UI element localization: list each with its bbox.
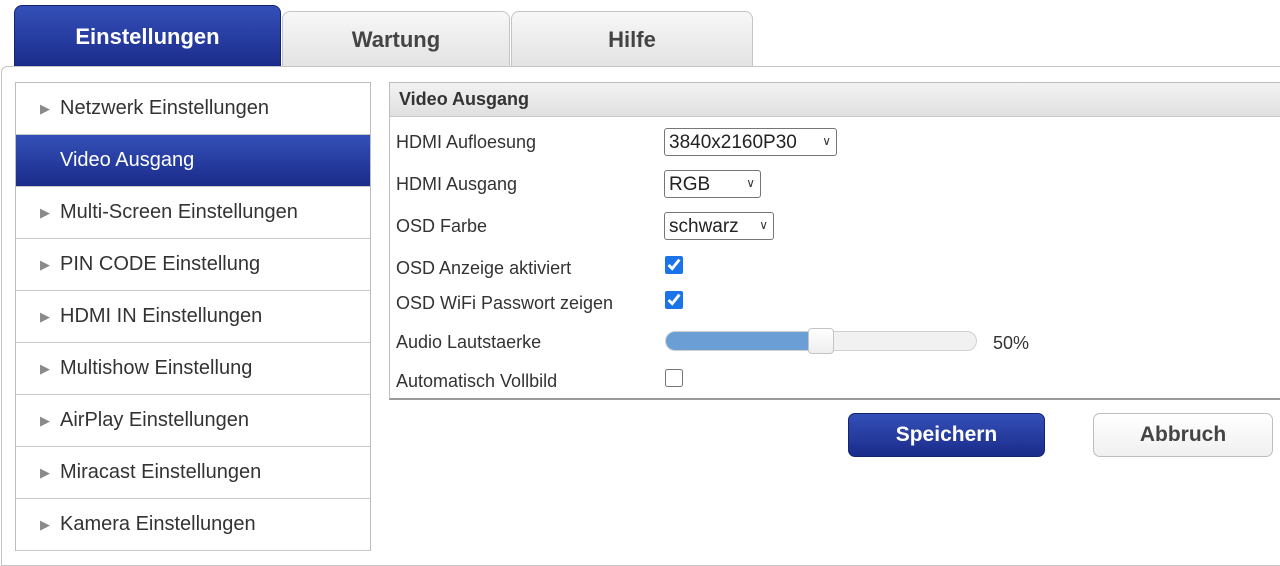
sidebar-item-label: Miracast Einstellungen — [60, 461, 262, 483]
triangle-right-icon: ▶ — [40, 412, 50, 428]
save-button[interactable]: Speichern — [848, 413, 1045, 457]
video-ausgang-panel: Video Ausgang HDMI Aufloesung 3840x2160P… — [389, 82, 1280, 400]
hdmi-output-select[interactable]: RGB — [664, 170, 761, 198]
triangle-right-icon: ▶ — [40, 100, 50, 116]
auto-fullscreen-label: Automatisch Vollbild — [396, 371, 558, 391]
hdmi-output-label: HDMI Ausgang — [396, 174, 518, 194]
sidebar-item-video-ausgang[interactable]: ▶ Video Ausgang — [16, 135, 370, 187]
audio-volume-value: 50% — [993, 333, 1030, 353]
sidebar-item-label: Video Ausgang — [60, 149, 195, 171]
osd-color-select-wrap: schwarz ∨ — [664, 212, 774, 240]
tab-hilfe[interactable]: Hilfe — [511, 11, 753, 67]
triangle-right-icon: ▶ — [40, 308, 50, 324]
sidebar-item-multi-screen[interactable]: ▶ Multi-Screen Einstellungen — [16, 187, 370, 239]
audio-volume-slider[interactable] — [665, 328, 977, 354]
hdmi-resolution-select-wrap: 3840x2160P30 ∨ — [664, 128, 837, 156]
sidebar-item-miracast[interactable]: ▶ Miracast Einstellungen — [16, 447, 370, 499]
triangle-right-icon: ▶ — [40, 256, 50, 272]
slider-fill — [666, 332, 821, 350]
audio-volume-label: Audio Lautstaerke — [396, 332, 542, 352]
triangle-right-icon: ▶ — [40, 464, 50, 480]
triangle-right-icon: ▶ — [40, 204, 50, 220]
osd-wifi-label: OSD WiFi Passwort zeigen — [396, 293, 614, 313]
sidebar-item-label: Netzwerk Einstellungen — [60, 97, 269, 119]
osd-display-checkbox[interactable] — [665, 256, 683, 274]
auto-fullscreen-checkbox[interactable] — [665, 369, 683, 387]
sidebar-item-netzwerk[interactable]: ▶ Netzwerk Einstellungen — [16, 83, 370, 135]
osd-wifi-checkbox[interactable] — [665, 291, 683, 309]
sidebar-item-pin-code[interactable]: ▶ PIN CODE Einstellung — [16, 239, 370, 291]
cancel-button[interactable]: Abbruch — [1093, 413, 1273, 457]
sidebar-item-label: HDMI IN Einstellungen — [60, 305, 263, 327]
osd-display-label: OSD Anzeige aktiviert — [396, 258, 572, 278]
tab-wartung[interactable]: Wartung — [282, 11, 510, 67]
tab-einstellungen[interactable]: Einstellungen — [14, 5, 281, 67]
sidebar-item-label: Multi-Screen Einstellungen — [60, 201, 298, 223]
sidebar: ▶ Netzwerk Einstellungen ▶ Video Ausgang… — [15, 82, 371, 551]
sidebar-item-airplay[interactable]: ▶ AirPlay Einstellungen — [16, 395, 370, 447]
section-title: Video Ausgang — [390, 83, 1280, 117]
osd-color-label: OSD Farbe — [396, 216, 488, 236]
sidebar-item-multishow[interactable]: ▶ Multishow Einstellung — [16, 343, 370, 395]
hdmi-resolution-select[interactable]: 3840x2160P30 — [664, 128, 837, 156]
triangle-right-icon: ▶ — [40, 360, 50, 376]
sidebar-item-label: Multishow Einstellung — [60, 357, 253, 379]
sidebar-item-label: AirPlay Einstellungen — [60, 409, 249, 431]
sidebar-item-hdmi-in[interactable]: ▶ HDMI IN Einstellungen — [16, 291, 370, 343]
slider-thumb[interactable] — [808, 328, 834, 354]
osd-color-select[interactable]: schwarz — [664, 212, 774, 240]
sidebar-item-label: PIN CODE Einstellung — [60, 253, 261, 275]
triangle-right-icon: ▶ — [40, 516, 50, 532]
hdmi-output-select-wrap: RGB ∨ — [664, 170, 761, 198]
hdmi-resolution-label: HDMI Aufloesung — [396, 132, 537, 152]
sidebar-item-label: Kamera Einstellungen — [60, 513, 256, 535]
sidebar-item-kamera[interactable]: ▶ Kamera Einstellungen — [16, 499, 370, 551]
